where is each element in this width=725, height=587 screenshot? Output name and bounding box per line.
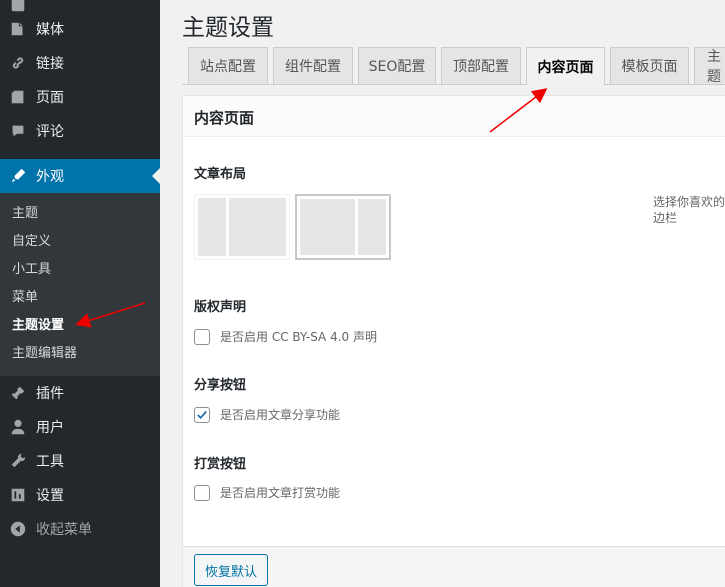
share-checkbox[interactable] (194, 406, 210, 423)
panel-footer: 恢复默认 (183, 546, 725, 587)
copyright-option: 是否启用 CC BY-SA 4.0 声明 (194, 328, 377, 345)
sidebar-item-label: 评论 (36, 124, 64, 140)
sidebar-item-settings[interactable]: 设置 (0, 478, 160, 512)
submenu-item-theme-editor[interactable]: 主题编辑器 (12, 344, 77, 364)
sidebar-item-label: 页面 (36, 90, 64, 106)
content-page-panel: 内容页面 文章布局 选择你喜欢的右边栏 版权声明 是否启用 CC BY-SA 4… (182, 95, 725, 587)
appearance-icon (0, 167, 36, 185)
reward-option: 是否启用文章打赏功能 (194, 484, 340, 501)
tab-component-config[interactable]: 组件配置 (273, 47, 353, 84)
submenu-item-theme-settings[interactable]: 主题设置 (12, 316, 64, 336)
share-option-text: 是否启用文章分享功能 (220, 408, 341, 422)
sidebar-item-label: 外观 (36, 169, 64, 185)
sidebar-item-tools[interactable]: 工具 (0, 444, 160, 478)
tab-divider (182, 84, 725, 85)
submenu-item-customize[interactable]: 自定义 (12, 232, 51, 252)
tools-icon (0, 452, 36, 470)
sidebar-item-label: 用户 (36, 420, 64, 436)
sidebar-item-media[interactable]: 媒体 (0, 12, 160, 46)
reward-option-text: 是否启用文章打赏功能 (220, 486, 341, 500)
sidebar-item-links[interactable]: 链接 (0, 46, 160, 80)
submenu-item-themes[interactable]: 主题 (12, 204, 38, 224)
tab-seo-config[interactable]: SEO配置 (358, 47, 436, 84)
sidebar-item-users[interactable]: 用户 (0, 410, 160, 444)
tab-template-page[interactable]: 模板页面 (610, 47, 689, 84)
page-icon (0, 88, 36, 106)
layout-label: 文章布局 (194, 167, 247, 182)
panel-header: 内容页面 (183, 96, 725, 137)
share-label: 分享按钮 (194, 378, 247, 393)
submenu-item-menus[interactable]: 菜单 (12, 288, 38, 308)
panel-title: 内容页面 (194, 109, 255, 127)
sidebar-item-plugins[interactable]: 插件 (0, 376, 160, 410)
sidebar-item-label: 插件 (36, 386, 64, 402)
sidebar-item-appearance[interactable]: 外观 (0, 159, 160, 193)
sidebar-item-label: 工具 (36, 454, 64, 470)
sidebar-item-collapse[interactable]: 收起菜单 (0, 512, 160, 546)
sidebar-item-label: 媒体 (36, 22, 64, 38)
layout-sidebar-block (358, 199, 386, 255)
sidebar-item-label: 链接 (36, 56, 64, 72)
copyright-checkbox[interactable] (194, 328, 210, 345)
sidebar-item-pages[interactable]: 页面 (0, 80, 160, 114)
share-option: 是否启用文章分享功能 (194, 406, 340, 423)
collapse-icon (0, 520, 36, 538)
settings-icon (0, 486, 36, 504)
tab-content-page[interactable]: 内容页面 (526, 47, 605, 85)
layout-content-block (229, 198, 286, 256)
media-icon (0, 20, 36, 38)
copyright-option-text: 是否启用 CC BY-SA 4.0 声明 (220, 330, 377, 344)
sidebar-item-label: 设置 (36, 488, 64, 504)
sidebar-item-comments[interactable]: 评论 (0, 114, 160, 148)
checkmark-icon (197, 410, 207, 419)
layout-hint: 选择你喜欢的右边栏 (653, 195, 725, 225)
submenu-item-widgets[interactable]: 小工具 (12, 260, 51, 280)
sidebar-item-label: 收起菜单 (36, 522, 92, 538)
tab-header-config[interactable]: 顶部配置 (441, 47, 521, 84)
reward-label: 打赏按钮 (194, 457, 247, 472)
admin-sidebar: 媒体 链接 页面 评论 外观 主题 自定义 小工具 菜单 主题设置 主题编辑器 … (0, 0, 160, 587)
link-icon (0, 54, 36, 72)
reward-checkbox[interactable] (194, 484, 210, 501)
tab-site-config[interactable]: 站点配置 (188, 47, 268, 84)
comment-icon (0, 122, 36, 140)
appearance-submenu: 主题 自定义 小工具 菜单 主题设置 主题编辑器 (0, 193, 160, 376)
page-title: 主题设置 (182, 15, 274, 41)
layout-sidebar-block (198, 198, 226, 256)
reset-defaults-button[interactable]: 恢复默认 (194, 554, 268, 586)
layout-option-left-sidebar[interactable] (194, 194, 290, 260)
layout-option-right-sidebar[interactable] (295, 194, 391, 260)
tab-theme[interactable]: 主题 (694, 47, 725, 84)
layout-content-block (300, 199, 355, 255)
plugin-icon (0, 384, 36, 402)
user-icon (0, 418, 36, 436)
copyright-label: 版权声明 (194, 300, 247, 315)
